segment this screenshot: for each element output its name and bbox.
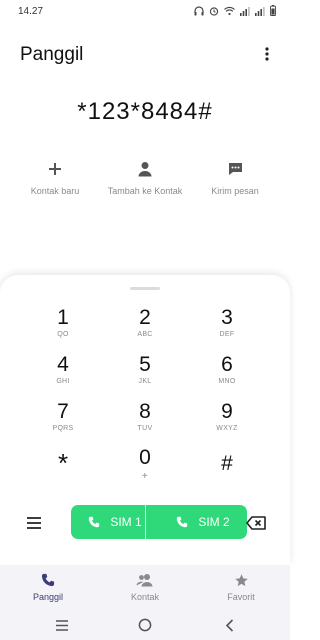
menu-lines-icon — [56, 619, 68, 631]
key-4[interactable]: 4 GHI — [28, 353, 98, 395]
phone-icon — [177, 516, 188, 528]
key-letters: MNO — [218, 378, 236, 385]
status-bar: 14.27 — [0, 0, 290, 24]
nav-favorit[interactable]: Favorit — [201, 571, 281, 602]
more-options-button[interactable] — [262, 45, 272, 63]
key-digit: 5 — [139, 353, 151, 376]
key-1[interactable]: 1 QO — [28, 306, 98, 348]
home-circle-icon — [138, 618, 152, 632]
key-letters: + — [141, 471, 149, 482]
plus-icon — [49, 163, 61, 175]
wifi-icon — [224, 6, 235, 15]
key-star[interactable]: * — [28, 450, 98, 492]
key-digit: 2 — [139, 306, 151, 329]
dialed-number-display[interactable]: *123*8484# — [0, 98, 290, 126]
status-icons — [194, 5, 276, 16]
key-digit: 6 — [221, 353, 233, 376]
key-3[interactable]: 3 DEF — [192, 306, 262, 348]
dialer-menu-button[interactable] — [26, 516, 42, 530]
recent-apps-button[interactable] — [54, 618, 70, 632]
key-hash[interactable]: # — [192, 452, 262, 494]
phone-icon — [41, 573, 55, 587]
key-digit: 1 — [57, 306, 69, 329]
key-letters: PQRS — [52, 425, 74, 432]
key-digit: 7 — [57, 400, 69, 423]
nav-label: Kontak — [130, 592, 160, 602]
key-digit: * — [57, 448, 69, 478]
call-button-group: SIM 1 SIM 2 — [71, 505, 247, 539]
contacts-icon — [136, 574, 153, 587]
key-digit: 3 — [221, 306, 233, 329]
nav-label: Favorit — [227, 592, 255, 602]
page-title: Panggil — [20, 44, 84, 65]
call-divider — [145, 505, 146, 539]
system-navigation-bar — [0, 610, 290, 640]
key-6[interactable]: 6 MNO — [192, 353, 262, 395]
sim1-label: SIM 1 — [110, 515, 142, 529]
new-contact-button[interactable]: Kontak baru — [7, 160, 103, 196]
key-digit: 9 — [221, 400, 233, 423]
send-message-button[interactable]: Kirim pesan — [187, 160, 283, 196]
phone-icon — [89, 516, 100, 528]
key-5[interactable]: 5 JKL — [110, 353, 180, 395]
home-button[interactable] — [137, 618, 153, 632]
backspace-button[interactable] — [246, 516, 266, 530]
key-letters: GHI — [56, 378, 70, 385]
sim2-call-button[interactable]: SIM 2 — [159, 505, 247, 539]
drag-handle[interactable] — [130, 287, 160, 290]
backspace-icon — [246, 516, 266, 530]
alarm-icon — [209, 6, 219, 16]
bottom-navigation: Panggil Kontak Favorit — [0, 565, 290, 610]
key-letters: TUV — [137, 425, 153, 432]
key-2[interactable]: 2 ABC — [110, 306, 180, 348]
star-icon — [234, 573, 248, 586]
more-vert-icon — [265, 47, 269, 61]
hamburger-icon — [27, 517, 41, 529]
key-digit: 0 — [139, 446, 151, 469]
sim2-label: SIM 2 — [198, 515, 230, 529]
quick-actions: Kontak baru Tambah ke Kontak Kirim pesan — [0, 160, 290, 200]
nav-panggil[interactable]: Panggil — [8, 571, 88, 602]
key-7[interactable]: 7 PQRS — [28, 400, 98, 442]
key-digit: 8 — [139, 400, 151, 423]
key-8[interactable]: 8 TUV — [110, 400, 180, 442]
message-icon — [228, 163, 242, 175]
nav-label: Panggil — [32, 592, 64, 602]
key-letters: WXYZ — [216, 425, 238, 432]
key-0[interactable]: 0 + — [110, 446, 180, 488]
add-to-contact-button[interactable]: Tambah ke Kontak — [97, 160, 193, 196]
back-chevron-icon — [225, 618, 233, 632]
key-letters: ABC — [137, 331, 153, 338]
add-to-contact-label: Tambah ke Kontak — [107, 186, 183, 196]
back-button[interactable] — [221, 618, 237, 632]
key-9[interactable]: 9 WXYZ — [192, 400, 262, 442]
key-letters: DEF — [219, 331, 235, 338]
new-contact-label: Kontak baru — [30, 186, 80, 196]
headphones-icon — [194, 5, 204, 15]
send-message-label: Kirim pesan — [211, 186, 259, 196]
key-letters: QO — [57, 331, 69, 338]
signal-icon — [255, 6, 265, 16]
status-time: 14.27 — [18, 6, 44, 17]
nav-kontak[interactable]: Kontak — [105, 571, 185, 602]
key-letters: JKL — [138, 378, 152, 385]
signal-icon — [240, 6, 250, 16]
person-icon — [138, 162, 152, 177]
key-digit: # — [221, 452, 233, 475]
key-digit: 4 — [57, 353, 69, 376]
battery-icon — [270, 5, 276, 16]
